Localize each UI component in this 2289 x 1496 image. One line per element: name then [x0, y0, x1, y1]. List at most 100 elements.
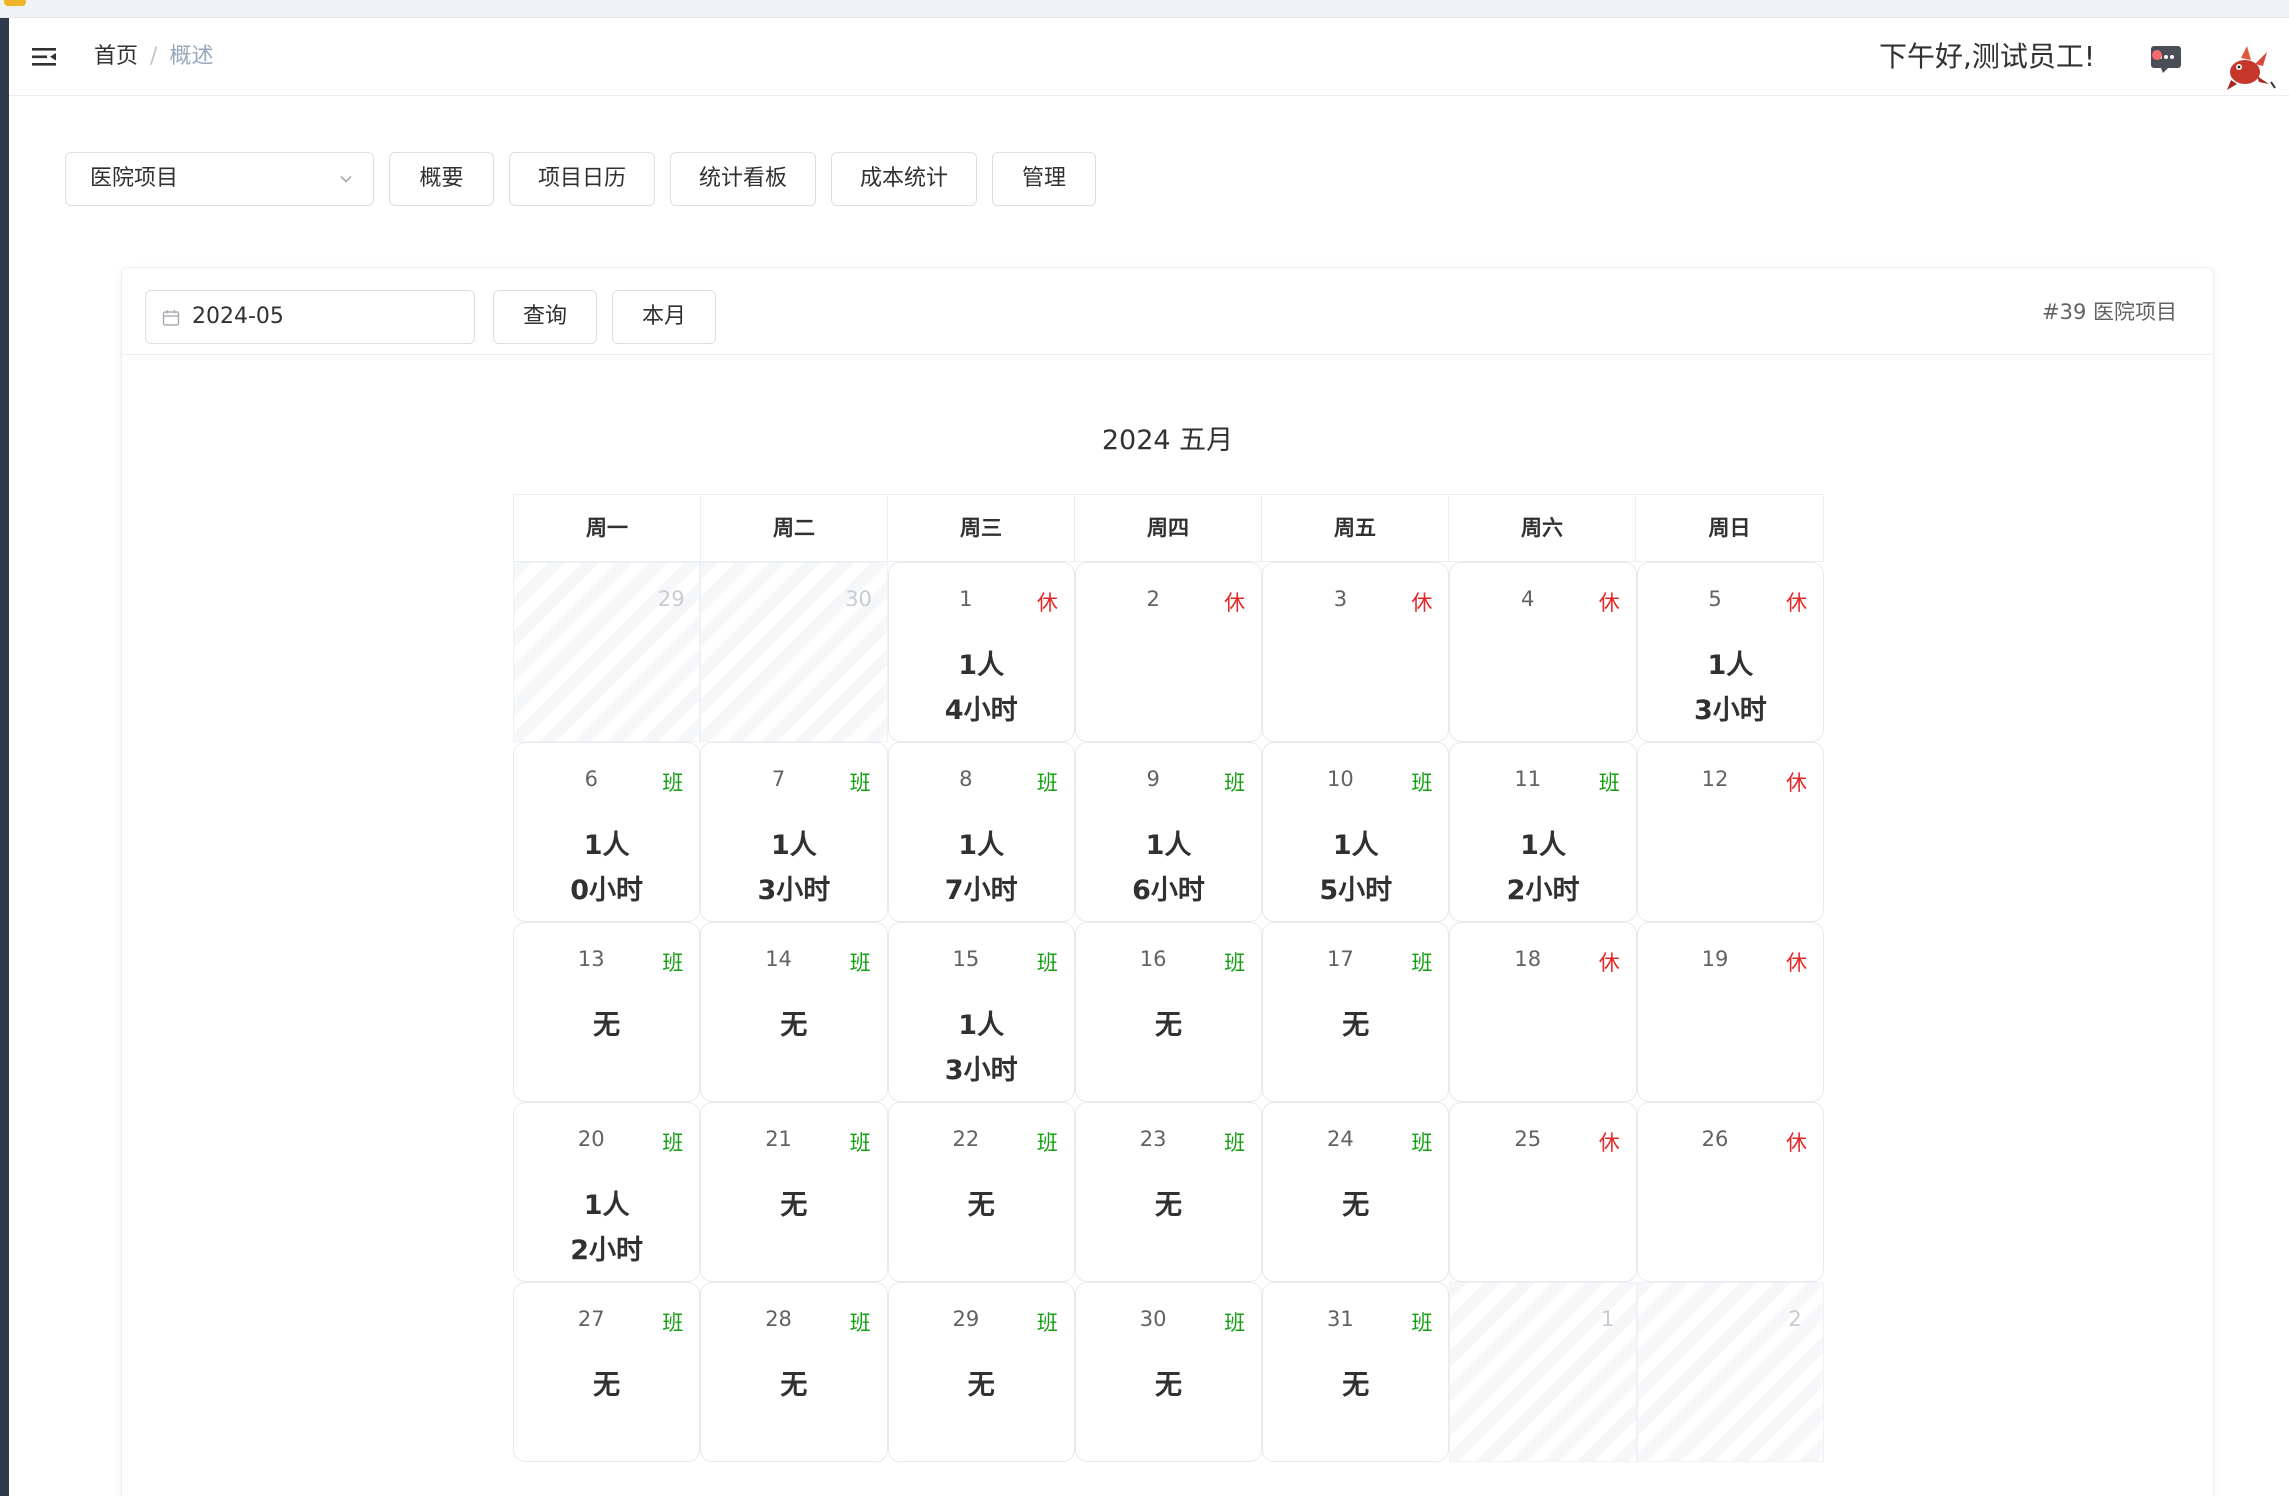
- project-select[interactable]: 医院项目: [65, 152, 374, 206]
- calendar-grid: 周一 周二 周三 周四 周五 周六 周日 29 30 1 休 1人 4小时 2 休 3 休 4 休 5 休…: [513, 494, 1824, 1462]
- day-number: 5: [1708, 587, 1722, 611]
- calendar-day[interactable]: 31 班无: [1262, 1282, 1450, 1462]
- day-number: 24: [1327, 1127, 1354, 1151]
- query-button[interactable]: 查询: [493, 290, 597, 344]
- calendar-day[interactable]: 13 班无: [513, 922, 701, 1102]
- calendar-day[interactable]: 7 班 1人 3小时: [700, 742, 888, 922]
- work-day-tag: 班: [1036, 1311, 1058, 1335]
- day-number: 26: [1701, 1127, 1729, 1151]
- calendar-day[interactable]: 20 班 1人 2小时: [513, 1102, 701, 1282]
- calendar-day[interactable]: 19 休: [1636, 922, 1824, 1102]
- day-people-count: 1人: [771, 830, 817, 861]
- work-day-tag: 班: [662, 951, 684, 975]
- calendar-day-other-month[interactable]: 1: [1449, 1282, 1637, 1462]
- calendar-day[interactable]: 12 休: [1636, 742, 1824, 922]
- day-number: 13: [577, 947, 605, 971]
- calendar-day[interactable]: 27 班无: [513, 1282, 701, 1462]
- calendar-day[interactable]: 26 休: [1636, 1102, 1824, 1282]
- day-number: 29: [657, 587, 685, 611]
- calendar-day[interactable]: 6 班 1人 0小时: [513, 742, 701, 922]
- day-number: 6: [584, 767, 598, 791]
- day-people-count: 无: [1342, 1370, 1370, 1401]
- calendar-day-other-month[interactable]: 2: [1636, 1282, 1824, 1462]
- tab-project-calendar-button[interactable]: 项目日历: [509, 152, 655, 206]
- day-number: 12: [1701, 767, 1729, 791]
- calendar-day[interactable]: 15 班 1人 3小时: [887, 922, 1075, 1102]
- day-summary: 1人 7小时: [889, 823, 1074, 913]
- weekday-label: 周二: [701, 495, 888, 561]
- menu-toggle-icon[interactable]: [31, 44, 57, 70]
- rest-day-tag: 休: [1598, 951, 1620, 975]
- tab-manage-button[interactable]: 管理: [992, 152, 1096, 206]
- calendar-day[interactable]: 2休: [1074, 562, 1263, 742]
- work-day-tag: 班: [1036, 1131, 1058, 1155]
- day-people-count: 1人: [1707, 650, 1754, 681]
- day-summary: 无: [1076, 1183, 1261, 1228]
- day-number: 18: [1514, 947, 1542, 971]
- day-summary: 1人 6小时: [1076, 823, 1261, 913]
- day-people-count: 无: [1342, 1190, 1370, 1221]
- tab-overview-button[interactable]: 概要: [389, 152, 494, 206]
- day-summary: 无: [1076, 1003, 1261, 1048]
- breadcrumb-home[interactable]: 首页: [94, 44, 138, 70]
- day-summary: 无: [701, 1003, 886, 1048]
- calendar-day[interactable]: 11 班 1人 2小时: [1449, 742, 1637, 922]
- weekday-label: 周四: [1075, 495, 1262, 561]
- tab-cost-stats-button[interactable]: 成本统计: [831, 152, 977, 206]
- day-people-count: 无: [780, 1010, 808, 1041]
- month-picker-input[interactable]: 2024-05: [145, 290, 475, 344]
- tab-indicator: [4, 0, 26, 6]
- calendar-day[interactable]: 23 班无: [1074, 1102, 1263, 1282]
- calendar-day[interactable]: 18 休: [1449, 922, 1637, 1102]
- calendar-day[interactable]: 21 班无: [700, 1102, 888, 1282]
- work-day-tag: 班: [1224, 771, 1246, 795]
- day-number: 19: [1701, 947, 1729, 971]
- calendar-day[interactable]: 9 班 1人 6小时: [1074, 742, 1263, 922]
- day-people-count: 1人: [958, 650, 1005, 681]
- day-hours: 6小时: [1132, 875, 1205, 906]
- day-number: 31: [1327, 1307, 1354, 1331]
- top-navbar: 首页 / 概述 下午好,测试员工!: [9, 18, 2289, 96]
- day-number: 14: [765, 947, 792, 971]
- work-day-tag: 班: [662, 771, 684, 795]
- rest-day-tag: 休: [1598, 1131, 1620, 1155]
- calendar-day[interactable]: 8 班 1人 7小时: [887, 742, 1075, 922]
- calendar-day[interactable]: 1 休 1人 4小时: [887, 562, 1075, 742]
- work-day-tag: 班: [1598, 771, 1620, 795]
- day-summary: 无: [701, 1183, 886, 1228]
- day-summary: 无: [889, 1183, 1074, 1228]
- calendar-title: 2024 五月: [1101, 425, 1234, 456]
- calendar-day[interactable]: 3休: [1262, 562, 1450, 742]
- day-summary: 无: [701, 1363, 886, 1408]
- day-number: 29: [952, 1307, 980, 1331]
- tab-stats-board-button[interactable]: 统计看板: [670, 152, 816, 206]
- day-hours: 2小时: [1506, 875, 1580, 906]
- calendar-day[interactable]: 14 班无: [700, 922, 888, 1102]
- day-summary: 1人 3小时: [1638, 643, 1823, 733]
- calendar-day[interactable]: 5 休 1人 3小时: [1636, 562, 1824, 742]
- calendar-day[interactable]: 24 班无: [1262, 1102, 1450, 1282]
- calendar-day[interactable]: 4休: [1449, 562, 1637, 742]
- calendar-day-other-month[interactable]: 29: [513, 562, 701, 742]
- calendar-day[interactable]: 30 班无: [1074, 1282, 1263, 1462]
- day-people-count: 1人: [1332, 830, 1379, 861]
- this-month-button[interactable]: 本月: [612, 290, 716, 344]
- calendar-day[interactable]: 28 班无: [700, 1282, 888, 1462]
- work-day-tag: 班: [1411, 951, 1433, 975]
- calendar-day[interactable]: 17 班无: [1262, 922, 1450, 1102]
- calendar-day[interactable]: 16 班无: [1074, 922, 1263, 1102]
- calendar-day[interactable]: 10 班 1人 5小时: [1262, 742, 1450, 922]
- project-id-label: #39 医院项目: [2042, 300, 2177, 324]
- calendar-day-other-month[interactable]: 30: [700, 562, 888, 742]
- day-number: 21: [765, 1127, 792, 1151]
- day-people-count: 无: [593, 1010, 621, 1041]
- user-avatar[interactable]: [2219, 36, 2277, 94]
- chat-bubble-icon[interactable]: [2142, 38, 2186, 78]
- calendar-day[interactable]: 29 班无: [887, 1282, 1075, 1462]
- calendar-day[interactable]: 25 休: [1449, 1102, 1637, 1282]
- work-day-tag: 班: [1411, 1131, 1433, 1155]
- work-day-tag: 班: [1224, 1131, 1246, 1155]
- calendar-day[interactable]: 22 班无: [887, 1102, 1075, 1282]
- weekday-label: 周日: [1708, 516, 1751, 540]
- day-summary: 1人 2小时: [1450, 823, 1635, 913]
